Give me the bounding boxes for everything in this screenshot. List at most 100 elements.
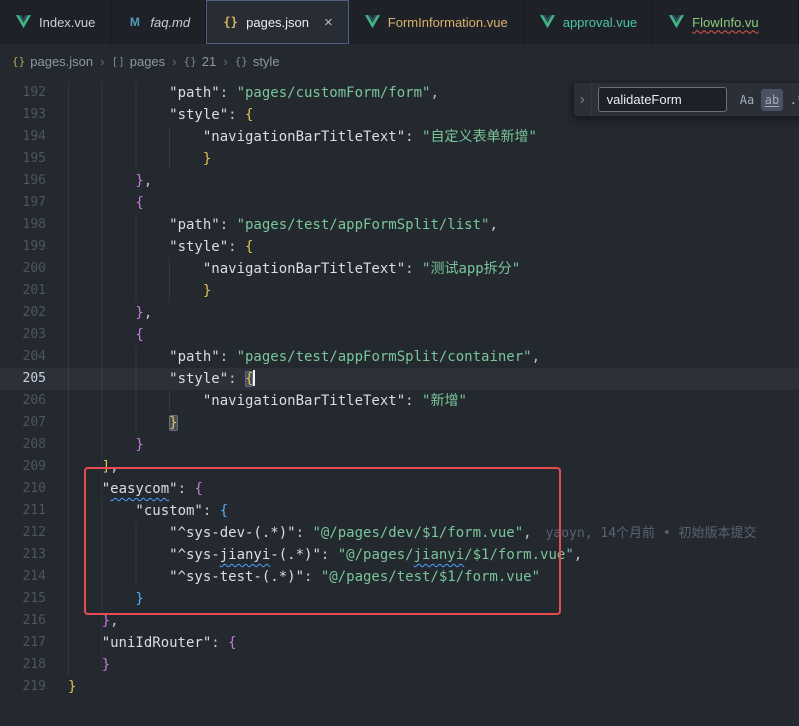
code-token: { xyxy=(228,635,236,651)
code-token: "uniIdRouter" xyxy=(102,635,212,651)
line-content: "^sys-dev-(.*)": "@/pages/dev/$1/form.vu… xyxy=(68,522,757,544)
code-token: { xyxy=(135,327,143,343)
tab-label: faq.md xyxy=(150,15,190,30)
code-line-198[interactable]: 198"path": "pages/test/appFormSplit/list… xyxy=(0,214,799,236)
code-line-209[interactable]: 209], xyxy=(0,456,799,478)
code-token: , xyxy=(574,547,582,563)
code-line-202[interactable]: 202}, xyxy=(0,302,799,324)
code-line-211[interactable]: 211"custom": { xyxy=(0,500,799,522)
tab-approval-vue[interactable]: approval.vue xyxy=(524,0,653,44)
line-number: 203 xyxy=(0,324,46,346)
code-line-197[interactable]: 197{ xyxy=(0,192,799,214)
breadcrumb-item-pages[interactable]: [] pages xyxy=(111,54,165,69)
find-input[interactable]: validateForm xyxy=(598,87,727,112)
code-line-203[interactable]: 203 { xyxy=(0,324,799,346)
indent-guides xyxy=(68,280,203,302)
line-number: 204 xyxy=(0,346,46,368)
code-token: jianyi xyxy=(414,547,465,563)
tab-faq-md[interactable]: Mfaq.md xyxy=(111,0,206,44)
code-line-218[interactable]: 218} xyxy=(0,654,799,676)
breadcrumb: {}pages.json›[]pages›{}21›{}style xyxy=(0,44,799,78)
code-line-215[interactable]: 215} xyxy=(0,588,799,610)
code-line-206[interactable]: 206"navigationBarTitleText": "新增" xyxy=(0,390,799,412)
code-token: "style" xyxy=(169,107,228,123)
line-number: 211 xyxy=(0,500,46,522)
breadcrumb-item-style[interactable]: {}style xyxy=(235,54,280,69)
close-tab-icon[interactable]: × xyxy=(324,15,333,30)
line-number: 200 xyxy=(0,258,46,280)
code-line-200[interactable]: 200"navigationBarTitleText": "测试app拆分" xyxy=(0,258,799,280)
breadcrumb-label: 21 xyxy=(202,54,216,69)
code-token: "测试app拆分" xyxy=(422,261,520,277)
tab-pages-json[interactable]: {}pages.json× xyxy=(206,0,349,44)
code-token: } xyxy=(135,305,143,321)
find-toggle-replace-chevron-icon[interactable]: › xyxy=(574,83,592,116)
line-content: } xyxy=(68,148,211,170)
code-token: { xyxy=(194,481,202,497)
code-token: : xyxy=(405,393,422,409)
line-content: "style": { xyxy=(68,368,255,390)
indent-guides xyxy=(68,456,102,478)
code-line-210[interactable]: 210"easycom": { xyxy=(0,478,799,500)
code-token: "pages/test/appFormSplit/list" xyxy=(237,217,490,233)
find-query-text: validateForm xyxy=(607,92,682,107)
code-line-204[interactable]: 204 "path": "pages/test/appFormSplit/cont… xyxy=(0,346,799,368)
line-number: 195 xyxy=(0,148,46,170)
code-line-216[interactable]: 216}, xyxy=(0,610,799,632)
code-token: "style" xyxy=(169,371,228,387)
line-content: "path": "pages/test/appFormSplit/contain… xyxy=(68,346,540,368)
breadcrumb-label: pages xyxy=(130,54,165,69)
code-token: "^sys- xyxy=(169,547,220,563)
code-token: : xyxy=(178,481,195,497)
line-number: 205 xyxy=(0,368,46,390)
code-line-213[interactable]: 213"^sys-jianyi-(.*)": "@/pages/jianyi/$… xyxy=(0,544,799,566)
tab-index-vue[interactable]: Index.vue xyxy=(0,0,111,44)
indent-guides xyxy=(68,478,102,500)
code-line-196[interactable]: 196}, xyxy=(0,170,799,192)
line-number: 196 xyxy=(0,170,46,192)
code-editor[interactable]: 192"path": "pages/customForm/form",193"s… xyxy=(0,78,799,726)
indent-guides xyxy=(68,544,169,566)
code-token: } xyxy=(203,283,211,299)
line-number: 192 xyxy=(0,82,46,104)
find-widget: › validateForm Aa ab .* xyxy=(573,83,799,117)
code-line-214[interactable]: 214"^sys-test-(.*)": "@/pages/test/$1/fo… xyxy=(0,566,799,588)
code-token: "path" xyxy=(169,85,220,101)
tab-flowinfo-vu[interactable]: FlowInfo.vu xyxy=(653,0,799,44)
indent-guides xyxy=(68,346,169,368)
line-number: 212 xyxy=(0,522,46,544)
symbol-icon: [] xyxy=(111,55,124,68)
breadcrumb-item-pages-json[interactable]: {}pages.json xyxy=(12,54,93,69)
code-token: { xyxy=(135,195,143,211)
code-line-194[interactable]: 194"navigationBarTitleText": "自定义表单新增" xyxy=(0,126,799,148)
indent-guides xyxy=(68,566,169,588)
indent-guides xyxy=(68,214,169,236)
indent-guides xyxy=(68,302,135,324)
line-number: 207 xyxy=(0,412,46,434)
whole-word-button[interactable]: ab xyxy=(761,89,783,111)
code-line-217[interactable]: 217"uniIdRouter": { xyxy=(0,632,799,654)
code-token: -(.*)" xyxy=(270,547,321,563)
code-line-219[interactable]: 219} xyxy=(0,676,799,698)
line-content: } xyxy=(68,654,110,676)
code-token: } xyxy=(169,415,177,431)
code-line-205[interactable]: 205 "style": { xyxy=(0,368,799,390)
code-line-212[interactable]: 212 "^sys-dev-(.*)": "@/pages/dev/$1/form… xyxy=(0,522,799,544)
line-number: 193 xyxy=(0,104,46,126)
regex-button[interactable]: .* xyxy=(786,89,799,111)
code-editor-window: Index.vueMfaq.md{}pages.json×FormInforma… xyxy=(0,0,799,726)
indent-guides xyxy=(68,126,203,148)
tab-forminformation-vue[interactable]: FormInformation.vue xyxy=(349,0,524,44)
code-line-208[interactable]: 208} xyxy=(0,434,799,456)
code-line-207[interactable]: 207} xyxy=(0,412,799,434)
line-content: ], xyxy=(68,456,119,478)
code-line-201[interactable]: 201} xyxy=(0,280,799,302)
code-token: } xyxy=(135,437,143,453)
line-content: "navigationBarTitleText": "新增" xyxy=(68,390,467,412)
code-line-195[interactable]: 195} xyxy=(0,148,799,170)
match-case-button[interactable]: Aa xyxy=(736,89,758,111)
line-number: 217 xyxy=(0,632,46,654)
code-line-199[interactable]: 199"style": { xyxy=(0,236,799,258)
line-content: { xyxy=(68,192,144,214)
breadcrumb-item-21[interactable]: {}21 xyxy=(184,54,217,69)
